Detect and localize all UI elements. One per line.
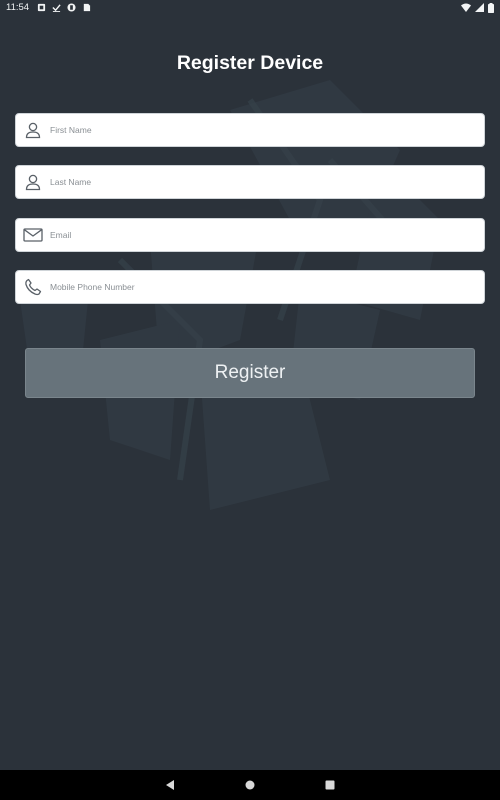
status-time: 11:54: [6, 2, 30, 13]
back-button[interactable]: [130, 770, 210, 800]
notification-icon: [37, 3, 46, 12]
person-icon: [16, 114, 50, 146]
register-button[interactable]: Register: [25, 348, 475, 398]
sim-icon: [83, 3, 91, 12]
recents-button[interactable]: [290, 770, 370, 800]
phone-field[interactable]: [15, 270, 485, 304]
back-icon: [166, 780, 174, 790]
app-icon: [67, 3, 76, 12]
last-name-input[interactable]: [50, 166, 484, 198]
person-icon: [16, 166, 50, 198]
first-name-input[interactable]: [50, 114, 484, 146]
navigation-bar: [0, 770, 500, 800]
mail-icon: [16, 219, 50, 251]
battery-icon: [488, 2, 494, 13]
home-icon: [245, 780, 255, 790]
recents-icon: [325, 780, 335, 790]
first-name-field[interactable]: [15, 113, 485, 147]
status-right: [461, 2, 494, 13]
signal-icon: [475, 3, 484, 12]
page-title: Register Device: [176, 52, 324, 74]
last-name-field[interactable]: [15, 165, 485, 199]
phone-input[interactable]: [50, 271, 484, 303]
phone-icon: [16, 271, 50, 303]
download-done-icon: [52, 4, 61, 12]
status-bar: 11:54: [0, 0, 500, 15]
email-field[interactable]: [15, 218, 485, 252]
wifi-icon: [461, 3, 471, 12]
home-button[interactable]: [210, 770, 290, 800]
email-input[interactable]: [50, 219, 484, 251]
